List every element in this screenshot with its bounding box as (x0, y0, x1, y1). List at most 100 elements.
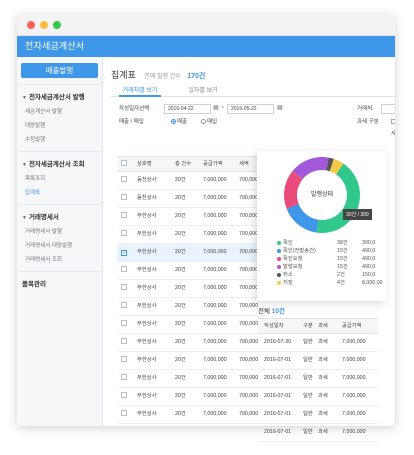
sidebar-item-statement-bulk[interactable]: 거래명세서 대량발행 (17, 239, 102, 253)
cell-name: 무한상사 (137, 375, 157, 381)
cell-count: 20건 (175, 231, 186, 237)
col-taxation[interactable]: 과세 (318, 319, 328, 334)
cell-tax: 700,000 (239, 321, 259, 327)
col-amount[interactable]: 공급가액 (342, 319, 362, 334)
pie-slice[interactable] (316, 163, 360, 233)
cell-date: 2016-07-01 (264, 357, 292, 363)
row-checkbox[interactable] (121, 284, 127, 290)
row-checkbox[interactable] (121, 410, 127, 416)
legend-item: 확인(전발송건) 15건 400,0 (277, 247, 387, 255)
cell-name: 무한상사 (137, 339, 157, 345)
pie-slice[interactable] (286, 204, 319, 233)
date-to-input[interactable]: 2016-05-22 (227, 104, 274, 114)
summary-row[interactable]: 2016-07-01 일반 과세 7,000,000 (258, 352, 378, 370)
sidebar-section-issue[interactable]: ▼ 전자세금계산서 발행 (17, 84, 102, 105)
legend-item: 확인요청 15건 400,0 (277, 255, 387, 263)
partner-table: 상호명 총 건수 공급가액 세액 동천상사 20건 7,000,000 700,000… (117, 156, 267, 424)
row-checkbox[interactable] (121, 392, 127, 398)
row-checkbox[interactable] (121, 338, 127, 344)
cell-supply: 7,000,000 (203, 303, 227, 309)
cell-tax: 700,000 (239, 285, 259, 291)
row-checkbox[interactable] (121, 266, 127, 272)
col-date[interactable]: 작성일자 (264, 319, 284, 334)
close-window-button[interactable] (27, 21, 35, 29)
sidebar-item-statement-inquiry[interactable]: 거래명세서 조회 (17, 253, 102, 267)
sidebar-section-items[interactable]: 품목관리 (17, 271, 102, 292)
minimize-window-button[interactable] (40, 21, 48, 29)
sidebar-section-statement[interactable]: ▼ 거래명세서 (17, 204, 102, 225)
issue-button[interactable]: 매출발행 (21, 63, 98, 78)
legend-item: 저장 4건 8,000,00 (277, 279, 387, 287)
cell-name: 무한상사 (137, 285, 157, 291)
cell-tax: 700,000 (239, 231, 259, 237)
calendar-icon[interactable]: ▦ (213, 104, 219, 111)
summary-row[interactable]: 2016-07-01 일반 과세 7,000,000 (258, 424, 378, 442)
row-checkbox[interactable] (121, 194, 127, 200)
col-name[interactable]: 상호명 (137, 157, 152, 172)
table-row[interactable]: 동천상사 20건 7,000,000 700,000 (117, 190, 267, 208)
tax-type-checkbox[interactable]: 세 (391, 116, 395, 137)
issue-count: 170건 (187, 73, 206, 80)
sidebar-item-statement-issue[interactable]: 거래명세서 발행 (17, 225, 102, 239)
col-count[interactable]: 총 건수 (175, 157, 191, 172)
table-row[interactable]: 무한상사 20건 7,000,000 700,000 (117, 226, 267, 244)
table-row[interactable]: 무한상사 20건 7,000,000 700,000 (117, 370, 267, 388)
calendar-icon[interactable]: ▦ (277, 104, 283, 111)
row-checkbox[interactable] (121, 356, 127, 362)
tab-by-partner[interactable]: 거래처별 보기 (119, 85, 161, 97)
row-checkbox[interactable] (121, 212, 127, 218)
row-checkbox[interactable] (121, 230, 127, 236)
cell-amount: 7,000,000 (342, 393, 366, 399)
legend-label: 확인요청 (283, 256, 303, 262)
cell-count: 20건 (175, 249, 186, 255)
sidebar-section-inquiry[interactable]: ▼ 전자세금계산서 조회 (17, 151, 102, 172)
sidebar-item-amend-issue[interactable]: 수정발행 (17, 133, 102, 147)
row-checkbox[interactable] (121, 302, 127, 308)
radio-sales[interactable]: 매출 (171, 116, 187, 128)
select-all-checkbox[interactable] (121, 160, 127, 166)
cell-supply: 7,000,000 (203, 231, 227, 237)
cell-name: 무한상사 (137, 231, 157, 237)
cell-kind: 일반 (303, 429, 313, 435)
table-row[interactable]: 무한상사 20건 7,000,000 700,000 (117, 334, 267, 352)
cell-name: 무한상사 (137, 393, 157, 399)
table-row[interactable]: 무한상사 20건 7,000,000 700,000 (117, 208, 267, 226)
row-checkbox[interactable] (121, 374, 127, 380)
sidebar-item-invoice-issue[interactable]: 세금계산서 발행 (17, 105, 102, 119)
table-row[interactable]: 무한상사 20건 7,000,000 700,000 (117, 298, 267, 316)
row-checkbox[interactable] (121, 176, 127, 182)
tab-by-date[interactable]: 일자별 보기 (183, 85, 223, 97)
maximize-window-button[interactable] (53, 21, 61, 29)
legend-label: 확인 (283, 240, 293, 246)
date-from-input[interactable]: 2016-04-22 (164, 104, 211, 114)
summary-row[interactable]: 2016-07-30 일반 과세 7,000,000 (258, 334, 378, 352)
sidebar-item-summary[interactable]: 집계표 (17, 186, 102, 200)
cell-kind: 일반 (303, 393, 313, 399)
col-tax[interactable]: 세액 (239, 157, 249, 172)
table-row[interactable]: 동천상사 20건 7,000,000 700,000 (117, 172, 267, 190)
radio-purchase[interactable]: 매입 (201, 116, 217, 128)
table-row[interactable]: ✓ 무한상사 20건 7,000,000 700,000 (117, 244, 267, 262)
table-row[interactable]: 무한상사 20건 7,000,000 700,000 (117, 352, 267, 370)
partner-search-input[interactable] (381, 104, 395, 114)
summary-row[interactable]: 2016-07-01 일반 과세 7,000,000 (258, 370, 378, 388)
cell-taxation: 과세 (318, 357, 328, 363)
sidebar-item-bulk-issue[interactable]: 대량발행 (17, 119, 102, 133)
cell-kind: 일반 (303, 411, 313, 417)
table-row[interactable]: 무한상사 20건 7,000,000 700,000 (117, 388, 267, 406)
row-checkbox[interactable] (121, 320, 127, 326)
sidebar-item-list[interactable]: 목록조회 (17, 172, 102, 186)
table-row[interactable]: 무한상사 20건 7,000,000 700,000 (117, 280, 267, 298)
row-checkbox[interactable]: ✓ (121, 250, 127, 256)
table-row[interactable]: 무한상사 20건 7,000,000 700,000 (117, 316, 267, 334)
cell-name: 동천상사 (137, 177, 157, 183)
table-row[interactable]: 무한상사 20건 7,000,000 700,000 (117, 406, 267, 424)
table-row[interactable]: 무한상사 20건 7,000,000 700,000 (117, 262, 267, 280)
cell-tax: 700,000 (239, 357, 259, 363)
col-supply[interactable]: 공급가액 (203, 157, 223, 172)
col-kind[interactable]: 구분 (303, 319, 313, 334)
page-title: 집계표 (111, 70, 136, 80)
legend-swatch (277, 273, 281, 277)
summary-row[interactable]: 2016-07-01 일반 과세 7,000,000 (258, 406, 378, 424)
summary-row[interactable]: 2016-07-01 일반 과세 7,000,000 (258, 388, 378, 406)
